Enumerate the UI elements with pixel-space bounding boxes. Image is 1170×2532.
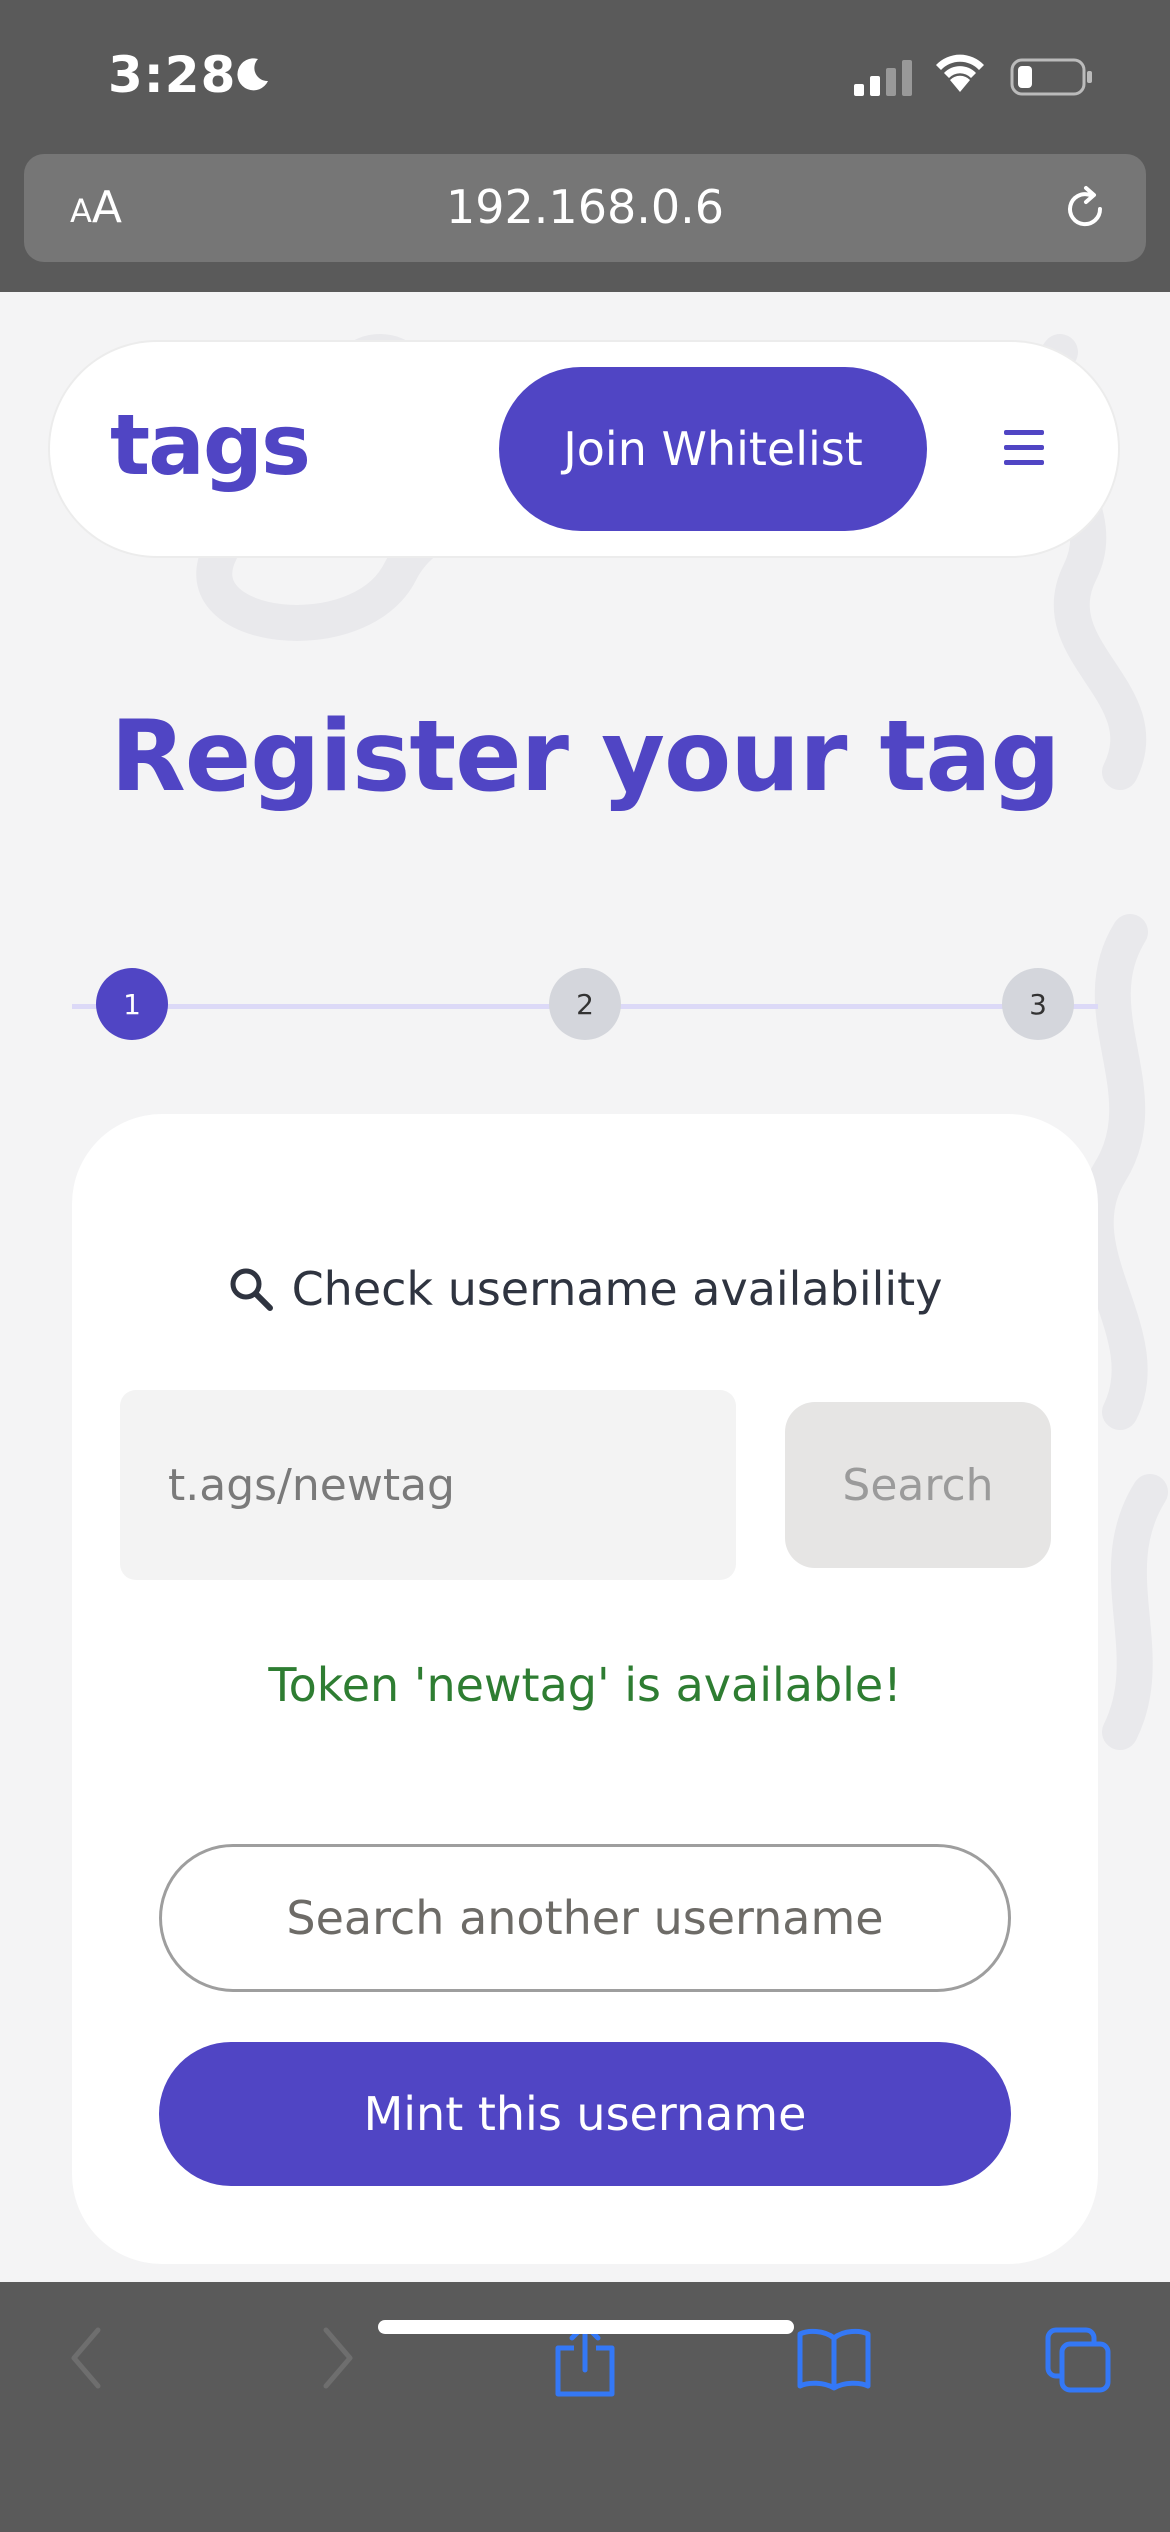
- step-3: 3: [1002, 968, 1074, 1040]
- wifi-icon: [936, 54, 984, 92]
- hamburger-menu-icon[interactable]: [1002, 428, 1046, 468]
- battery-icon: [1010, 58, 1092, 96]
- join-whitelist-button[interactable]: Join Whitelist: [499, 367, 927, 531]
- forward-icon[interactable]: [318, 2326, 358, 2390]
- check-availability-row: Check username availability: [72, 1262, 1098, 1316]
- page-title: Register your tag: [110, 700, 1060, 814]
- reload-icon[interactable]: [1060, 184, 1110, 234]
- signal-icon: [854, 60, 912, 96]
- home-indicator: [378, 2320, 794, 2334]
- status-bar: 3:28: [0, 0, 1170, 150]
- browser-address-area: AA 192.168.0.6: [0, 150, 1170, 292]
- register-card: Check username availability Search Token…: [72, 1114, 1098, 2264]
- moon-icon: [237, 58, 268, 91]
- mint-username-button[interactable]: Mint this username: [159, 2042, 1011, 2186]
- url-text: 192.168.0.6: [446, 180, 724, 234]
- bookmarks-icon[interactable]: [796, 2326, 872, 2392]
- check-availability-label: Check username availability: [291, 1262, 943, 1316]
- back-icon[interactable]: [66, 2326, 106, 2390]
- tabs-icon[interactable]: [1044, 2326, 1114, 2396]
- tags-logo[interactable]: tags: [110, 396, 311, 494]
- step-2: 2: [549, 968, 621, 1040]
- search-button[interactable]: Search: [785, 1402, 1051, 1568]
- username-search-input[interactable]: [120, 1390, 736, 1580]
- step-1: 1: [96, 968, 168, 1040]
- progress-stepper: 1 2 3: [72, 966, 1098, 1046]
- site-header: tags Join Whitelist: [50, 342, 1118, 556]
- search-another-button[interactable]: Search another username: [159, 1844, 1011, 1992]
- status-time: 3:28: [108, 46, 237, 104]
- availability-status: Token 'newtag' is available!: [268, 1658, 902, 1712]
- search-icon: [230, 1268, 273, 1311]
- address-bar[interactable]: AA 192.168.0.6: [24, 154, 1146, 262]
